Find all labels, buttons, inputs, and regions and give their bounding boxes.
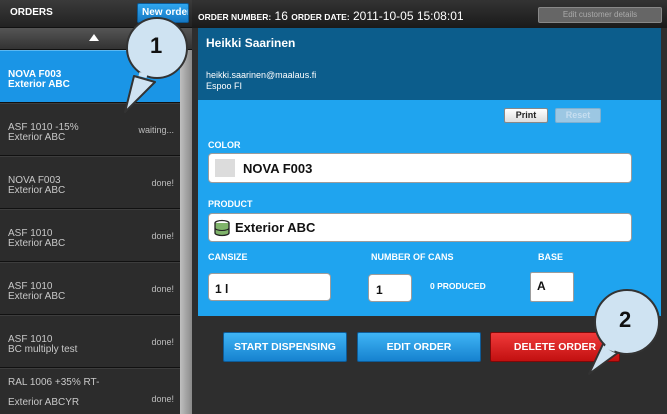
order-number-label: ORDER NUMBER: (198, 12, 272, 22)
order-item-product: Exterior ABC (8, 132, 66, 143)
order-item-status: done! (151, 394, 174, 404)
callout-1-number: 1 (150, 33, 163, 58)
color-value: NOVA F003 (243, 161, 313, 176)
print-button[interactable]: Print (504, 108, 548, 123)
color-swatch (215, 159, 235, 177)
number-of-cans-label: NUMBER OF CANS (371, 252, 454, 262)
order-date: 2011-10-05 15:08:01 (353, 9, 464, 23)
cansize-value: 1 l (215, 282, 229, 296)
edit-customer-button[interactable]: Edit customer details (538, 7, 662, 23)
base-value: A (537, 279, 546, 293)
product-value: Exterior ABC (235, 220, 316, 235)
order-list-item[interactable]: ASF 1010 Exterior ABC done! (0, 209, 180, 262)
order-info: ORDER NUMBER: 16 ORDER DATE: 2011-10-05 … (198, 9, 464, 23)
number-of-cans-field[interactable]: 1 (368, 274, 412, 302)
order-item-product: Exterior ABC (8, 185, 66, 196)
order-list-item[interactable]: ASF 1010 BC multiply test done! (0, 315, 180, 368)
order-item-product: Exterior ABCYR (8, 397, 80, 408)
order-item-product: Exterior ABC (8, 238, 66, 249)
order-list-item[interactable]: NOVA F003 Exterior ABC done! (0, 156, 180, 209)
order-item-status: done! (151, 284, 174, 294)
callout-bubble-2 (588, 289, 660, 375)
order-item-product: BC multiply test (8, 344, 78, 355)
callout-1: 1 (117, 12, 197, 122)
order-date-label: ORDER DATE: (291, 12, 350, 22)
callout-2: 2 (567, 282, 665, 390)
order-list-item[interactable]: RAL 1006 +35% RT- Exterior ABCYR done! (0, 368, 180, 414)
order-item-status: done! (151, 178, 174, 188)
callout-bubble-1 (124, 17, 188, 113)
number-of-cans-value: 1 (376, 283, 383, 297)
orders-title: ORDERS (10, 7, 53, 18)
order-header: ORDER NUMBER: 16 ORDER DATE: 2011-10-05 … (192, 0, 667, 28)
order-list-item[interactable]: ASF 1010 Exterior ABC done! (0, 262, 180, 315)
customer-panel: Heikki Saarinen heikki.saarinen@maalaus.… (198, 28, 661, 100)
order-item-status: done! (151, 231, 174, 241)
customer-email: heikki.saarinen@maalaus.fi (206, 70, 317, 80)
start-dispensing-button[interactable]: START DISPENSING (223, 332, 347, 362)
order-item-status: waiting... (138, 125, 174, 135)
edit-order-button[interactable]: EDIT ORDER (357, 332, 481, 362)
order-number: 16 (274, 9, 288, 23)
color-label: COLOR (208, 140, 241, 150)
reset-button[interactable]: Reset (555, 108, 601, 123)
order-item-status: done! (151, 337, 174, 347)
color-field[interactable]: NOVA F003 (208, 153, 632, 183)
cansize-label: CANSIZE (208, 252, 248, 262)
order-item-color: RAL 1006 +35% RT- (8, 377, 100, 388)
triangle-up-icon (89, 34, 99, 41)
produced-count: 0 PRODUCED (430, 281, 486, 291)
order-item-product: Exterior ABC (8, 291, 66, 302)
product-label: PRODUCT (208, 199, 253, 209)
cansize-field[interactable]: 1 l (208, 273, 331, 301)
customer-city: Espoo FI (206, 81, 243, 91)
callout-2-number: 2 (619, 307, 632, 332)
customer-name: Heikki Saarinen (206, 36, 296, 50)
base-label: BASE (538, 252, 564, 262)
paint-can-icon (214, 219, 230, 237)
product-field[interactable]: Exterior ABC (208, 213, 632, 242)
